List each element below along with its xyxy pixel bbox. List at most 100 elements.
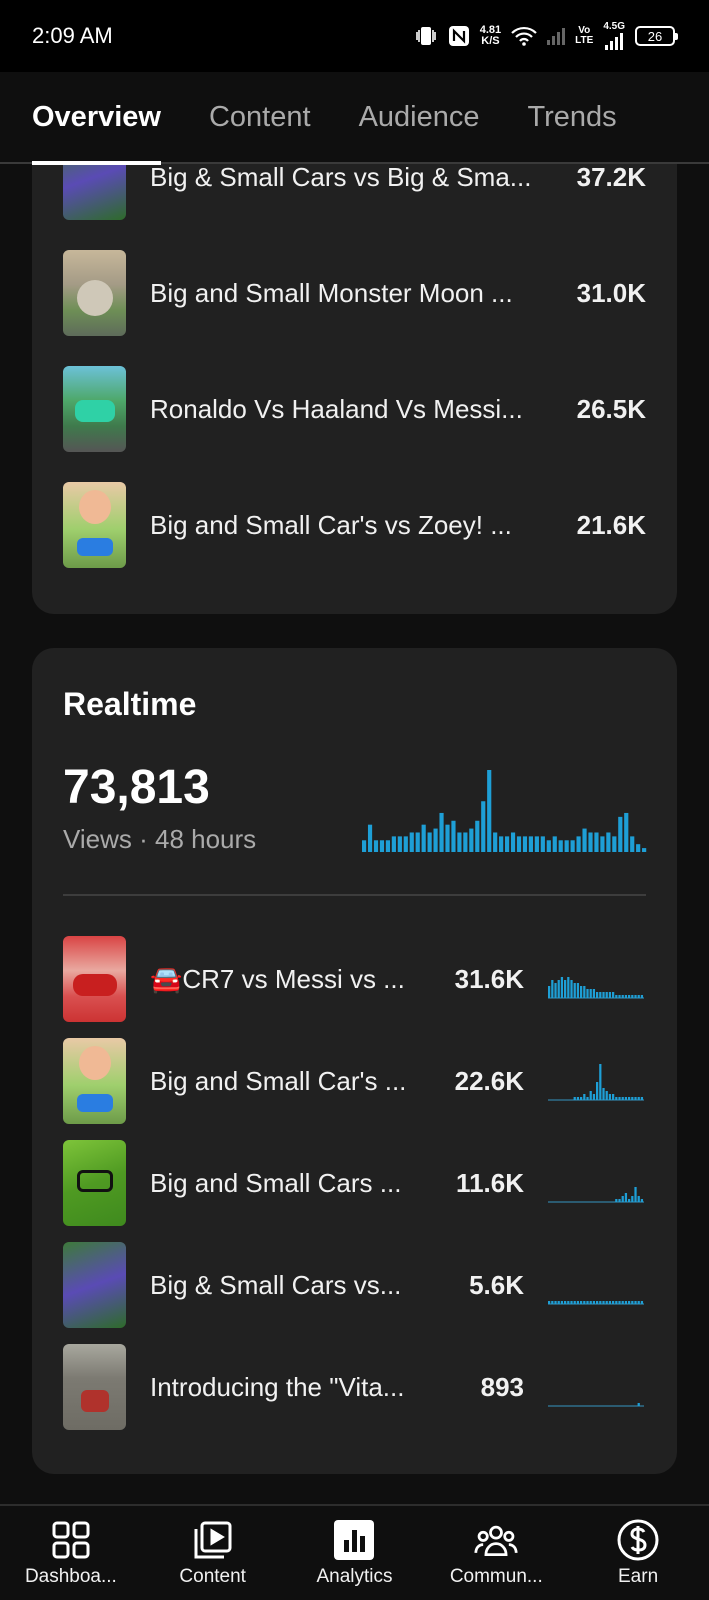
nav-analytics[interactable]: Analytics bbox=[289, 1518, 419, 1588]
video-title: Big and Small Cars ... bbox=[150, 1167, 402, 1198]
sparkline-bar bbox=[612, 1301, 615, 1304]
sparkline-bar bbox=[560, 977, 564, 998]
sparkline-bar bbox=[596, 1301, 599, 1304]
chart-bar bbox=[642, 848, 647, 852]
chart-bar bbox=[403, 836, 408, 852]
sparkline-bar bbox=[637, 1196, 640, 1202]
chart-bar bbox=[451, 820, 456, 852]
video-thumbnail bbox=[63, 936, 126, 1022]
sparkline-bar bbox=[589, 989, 592, 998]
sparkline-bar bbox=[583, 1094, 586, 1100]
video-views: 37.2K bbox=[576, 164, 646, 192]
sparkline-bar bbox=[576, 1097, 580, 1100]
list-item[interactable]: Big & Small Cars vs Big & Sma... 37.2K bbox=[63, 164, 646, 220]
sparkline-bar bbox=[612, 992, 615, 998]
signal-1-icon bbox=[547, 27, 566, 45]
sparkline-bar bbox=[548, 1301, 551, 1304]
realtime-video-row[interactable]: Big and Small Cars ... 11.6K bbox=[63, 1140, 646, 1226]
chart-bar bbox=[409, 832, 414, 852]
chart-bar bbox=[367, 824, 373, 852]
list-item[interactable]: Big and Small Monster Moon ... 31.0K bbox=[63, 250, 646, 336]
sparkline-bar bbox=[580, 1097, 583, 1100]
sparkline-bar bbox=[628, 1199, 631, 1202]
sparkline-bar bbox=[586, 1097, 589, 1100]
sparkline-bar bbox=[564, 980, 567, 998]
sparkline-bar bbox=[640, 995, 644, 998]
video-thumbnail bbox=[63, 1038, 126, 1124]
video-views: 21.6K bbox=[576, 509, 646, 540]
tab-trends[interactable]: Trends bbox=[528, 71, 617, 163]
sparkline-bar bbox=[602, 992, 605, 998]
scroll-area[interactable]: Big & Small Cars vs Big & Sma... 37.2K B… bbox=[0, 164, 709, 1504]
sparkline-bar bbox=[583, 986, 586, 998]
list-item[interactable]: Ronaldo Vs Haaland Vs Messi... 26.5K bbox=[63, 366, 646, 452]
sparkline-bar bbox=[634, 1301, 637, 1304]
sparkline-bar bbox=[596, 992, 599, 998]
video-thumbnail bbox=[63, 1242, 126, 1328]
chart-bar bbox=[487, 770, 492, 852]
chart-bar bbox=[362, 840, 367, 852]
battery-icon: 26 bbox=[635, 26, 678, 46]
sparkline-bar bbox=[551, 1301, 554, 1304]
sparkline-bar bbox=[583, 1301, 586, 1304]
list-item[interactable]: Big and Small Car's vs Zoey! ... 21.6K bbox=[63, 482, 646, 568]
sparkline-bar bbox=[599, 1064, 602, 1100]
tab-content[interactable]: Content bbox=[209, 71, 311, 163]
chart-bar bbox=[510, 832, 516, 852]
sparkline-bar bbox=[567, 1301, 570, 1304]
sparkline-bar bbox=[624, 995, 628, 998]
sparkline-bar bbox=[615, 1199, 618, 1202]
realtime-video-row[interactable]: Introducing the "Vita... 893 bbox=[63, 1344, 646, 1430]
nav-dashboard[interactable]: Dashboa... bbox=[6, 1518, 136, 1588]
sparkline-bar bbox=[631, 995, 634, 998]
status-icons: 4.81 K/S Vo LTE 4.5G 26 bbox=[414, 22, 678, 50]
nav-content[interactable]: Content bbox=[148, 1518, 278, 1588]
sparkline-bar bbox=[634, 1187, 637, 1202]
sparkline-bar bbox=[628, 1097, 631, 1100]
sparkline-bar bbox=[640, 1301, 644, 1304]
chart-bar bbox=[612, 836, 617, 852]
chart-bar bbox=[385, 840, 390, 852]
video-title: Ronaldo Vs Haaland Vs Messi... bbox=[150, 393, 523, 424]
sparkline-bar bbox=[612, 1094, 615, 1100]
sparkline-bar bbox=[631, 1196, 634, 1202]
sparkline-bar bbox=[599, 1301, 602, 1304]
nfc-icon bbox=[448, 26, 469, 46]
realtime-video-row[interactable]: Big & Small Cars vs... 5.6K bbox=[63, 1242, 646, 1328]
sparkline-bar bbox=[573, 1301, 576, 1304]
realtime-video-row[interactable]: 🚘CR7 vs Messi vs ... 31.6K bbox=[63, 936, 646, 1022]
sparkline-bar bbox=[592, 1094, 596, 1100]
chart-bar bbox=[582, 828, 587, 852]
sparkline-bar bbox=[637, 1301, 640, 1304]
sparkline-bar bbox=[605, 1091, 608, 1100]
chart-bar bbox=[439, 812, 444, 852]
sparkline-bar bbox=[621, 1301, 624, 1304]
sparkline-bar bbox=[634, 1097, 637, 1100]
video-title: Big and Small Monster Moon ... bbox=[150, 277, 513, 308]
chart-bar bbox=[469, 828, 474, 852]
sparkline-chart bbox=[548, 977, 644, 999]
chart-bar bbox=[481, 801, 486, 852]
chart-bar bbox=[546, 840, 551, 852]
video-title: Introducing the "Vita... bbox=[150, 1371, 405, 1402]
sparkline-bar bbox=[586, 1301, 589, 1304]
chart-bar bbox=[379, 840, 385, 852]
status-bar: 2:09 AM 4.81 K/S Vo LTE 4.5G 26 bbox=[0, 0, 709, 72]
chart-bar bbox=[576, 836, 581, 852]
chart-bar bbox=[522, 836, 528, 852]
sparkline-bar bbox=[602, 1301, 605, 1304]
tab-overview[interactable]: Overview bbox=[32, 71, 161, 165]
nav-community[interactable]: Commun... bbox=[431, 1518, 561, 1588]
nav-earn[interactable]: Earn bbox=[573, 1518, 703, 1588]
sparkline-bar bbox=[589, 1091, 592, 1100]
chart-bar bbox=[391, 836, 396, 852]
sparkline-bar bbox=[618, 1301, 621, 1304]
tab-audience[interactable]: Audience bbox=[359, 71, 480, 163]
chart-bar bbox=[558, 840, 563, 852]
sparkline-bar bbox=[615, 995, 618, 998]
sparkline-bar bbox=[621, 1097, 624, 1100]
community-icon bbox=[474, 1518, 518, 1562]
realtime-video-row[interactable]: Big and Small Car's ... 22.6K bbox=[63, 1038, 646, 1124]
sparkline-bar bbox=[618, 1097, 621, 1100]
chart-bar bbox=[636, 844, 641, 852]
